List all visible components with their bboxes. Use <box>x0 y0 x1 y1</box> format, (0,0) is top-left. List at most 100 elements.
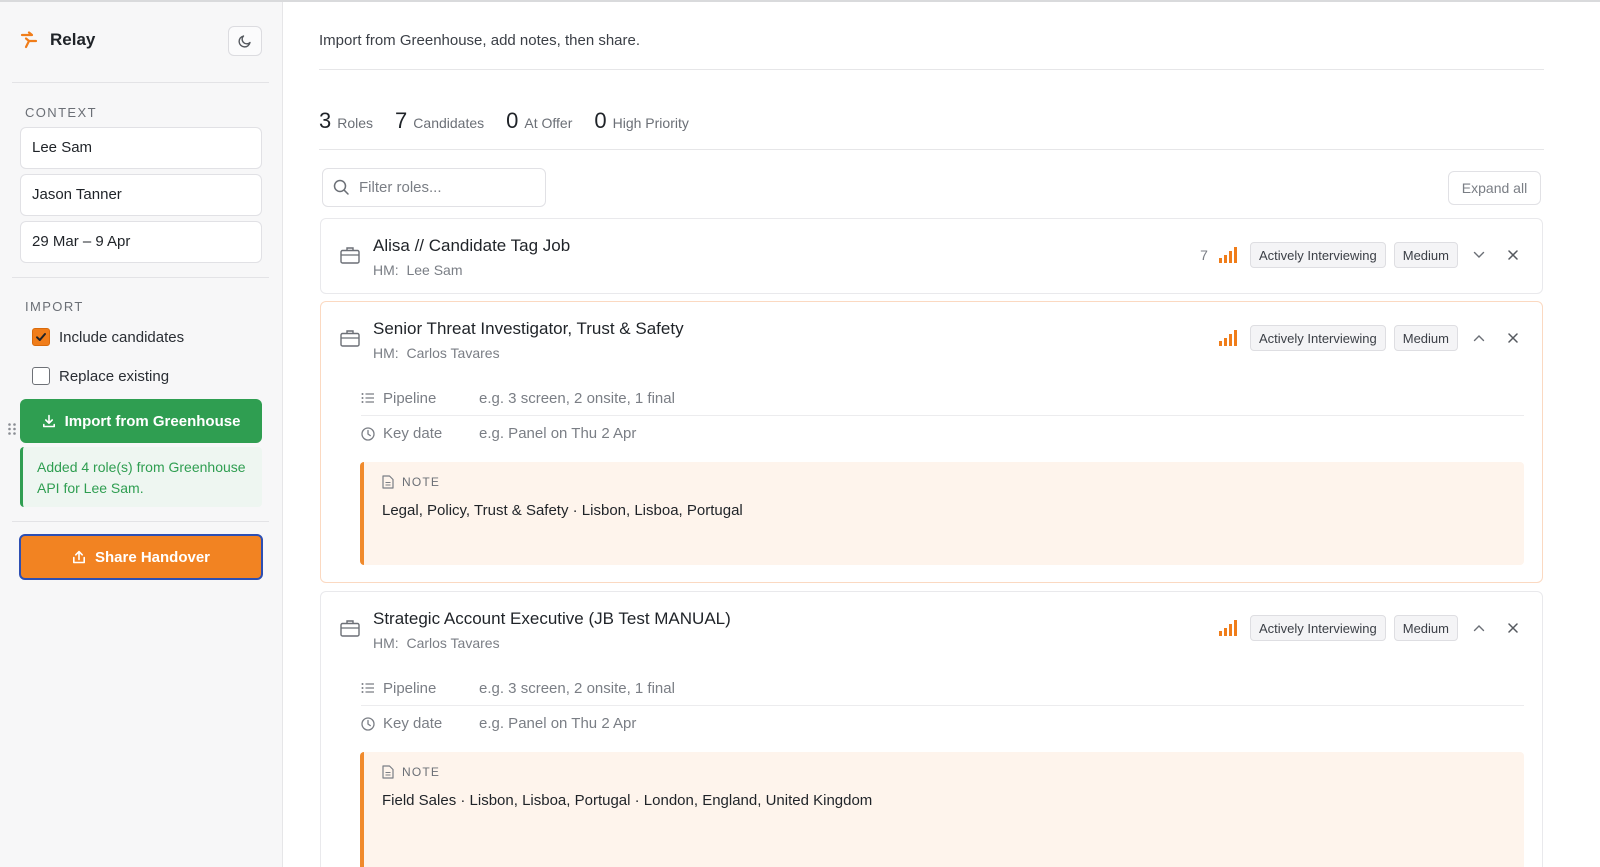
candidate-count: 7 <box>1200 247 1208 263</box>
clock-icon <box>361 426 375 441</box>
role-card[interactable]: Strategic Account Executive (JB Test MAN… <box>320 591 1543 867</box>
replace-existing-checkbox[interactable] <box>32 367 50 385</box>
key-date-label: Key date <box>383 425 443 442</box>
expand-role-button[interactable] <box>1466 242 1492 268</box>
note-label: NOTE <box>402 765 441 779</box>
role-actions: Actively Interviewing Medium <box>1218 615 1526 641</box>
list-icon <box>361 393 374 403</box>
include-candidates-option[interactable]: Include candidates <box>32 328 184 346</box>
remove-role-button[interactable] <box>1500 325 1526 351</box>
status-badge[interactable]: Actively Interviewing <box>1249 325 1386 351</box>
close-icon <box>1508 333 1518 343</box>
page-subtitle: Import from Greenhouse, add notes, then … <box>319 32 641 49</box>
import-from-greenhouse-button[interactable]: Import from Greenhouse <box>20 399 262 443</box>
import-section-label: IMPORT <box>25 299 84 314</box>
briefcase-icon <box>340 247 360 264</box>
relay-logo-icon <box>20 31 38 49</box>
stat-roles: 3 Roles <box>319 108 374 133</box>
role-title: Alisa // Candidate Tag Job <box>373 236 571 255</box>
clock-icon <box>361 716 375 731</box>
moon-icon <box>238 35 251 48</box>
pipeline-label: Pipeline <box>383 679 437 697</box>
role-hiring-manager: HM: Carlos Tavares <box>373 345 500 361</box>
key-date-label: Key date <box>383 715 443 732</box>
role-card[interactable]: Senior Threat Investigator, Trust & Safe… <box>320 301 1543 583</box>
signal-bars-icon <box>1218 620 1237 636</box>
note-label: NOTE <box>402 475 441 489</box>
list-icon <box>361 683 374 693</box>
pipeline-row: Pipeline e.g. 3 screen, 2 onsite, 1 fina… <box>361 671 1524 706</box>
date-range-field[interactable]: 29 Mar – 9 Apr <box>20 221 262 263</box>
replace-existing-option[interactable]: Replace existing <box>32 367 169 385</box>
sidebar-divider <box>12 82 269 83</box>
stat-candidates: 7 Candidates <box>395 108 485 133</box>
brand: Relay <box>20 30 95 50</box>
signal-bars-icon <box>1218 247 1237 263</box>
theme-toggle-button[interactable] <box>228 26 262 56</box>
priority-badge[interactable]: Medium <box>1393 615 1458 641</box>
role-title: Strategic Account Executive (JB Test MAN… <box>373 609 731 628</box>
remove-role-button[interactable] <box>1500 242 1526 268</box>
role-actions: 7 Actively Interviewing Medium <box>1200 242 1526 268</box>
search-icon <box>333 179 349 195</box>
drag-handle-icon[interactable] <box>7 422 17 436</box>
status-badge[interactable]: Actively Interviewing <box>1249 242 1386 268</box>
sidebar: Relay CONTEXT Lee Sam Jason Tanner 29 Ma… <box>0 2 283 867</box>
document-icon <box>382 475 394 489</box>
key-date-input[interactable]: e.g. Panel on Thu 2 Apr <box>479 715 636 732</box>
import-success-notice: Added 4 role(s) from Greenhouse API for … <box>20 447 262 507</box>
status-badge[interactable]: Actively Interviewing <box>1249 615 1386 641</box>
pipeline-label: Pipeline <box>383 389 437 407</box>
share-handover-button[interactable]: Share Handover <box>19 534 263 580</box>
header-divider <box>319 69 1544 70</box>
key-date-row: Key date e.g. Panel on Thu 2 Apr <box>361 416 1524 451</box>
role-hiring-manager: HM: Carlos Tavares <box>373 635 500 651</box>
app-name: Relay <box>50 30 96 49</box>
close-icon <box>1508 250 1518 260</box>
expand-all-button[interactable]: Expand all <box>1448 171 1541 205</box>
stat-high-priority: 0 High Priority <box>594 108 689 133</box>
close-icon <box>1508 623 1518 633</box>
key-date-input[interactable]: e.g. Panel on Thu 2 Apr <box>479 425 636 442</box>
share-button-label: Share Handover <box>94 548 211 566</box>
key-date-row: Key date e.g. Panel on Thu 2 Apr <box>361 706 1524 741</box>
checkmark-icon <box>36 333 46 341</box>
note-text: Field Sales · Lisbon, Lisboa, Portugal ·… <box>382 792 873 809</box>
priority-badge[interactable]: Medium <box>1393 325 1458 351</box>
collapse-role-button[interactable] <box>1466 325 1492 351</box>
briefcase-icon <box>340 330 360 347</box>
import-button-label: Import from Greenhouse <box>64 412 241 430</box>
role-actions: Actively Interviewing Medium <box>1218 325 1526 351</box>
recruiter-field[interactable]: Jason Tanner <box>20 174 262 216</box>
download-icon <box>42 414 55 428</box>
filter-roles-box[interactable] <box>322 168 546 207</box>
priority-badge[interactable]: Medium <box>1393 242 1458 268</box>
stat-at-offer: 0 At Offer <box>506 108 573 133</box>
sidebar-divider <box>12 277 269 278</box>
pipeline-input[interactable]: e.g. 3 screen, 2 onsite, 1 final <box>479 390 675 407</box>
role-hiring-manager: HM: Lee Sam <box>373 262 463 278</box>
context-section-label: CONTEXT <box>25 105 97 120</box>
collapse-role-button[interactable] <box>1466 615 1492 641</box>
filter-roles-input[interactable] <box>359 179 539 196</box>
chevron-up-icon <box>1473 625 1485 632</box>
pipeline-input[interactable]: e.g. 3 screen, 2 onsite, 1 final <box>479 680 675 697</box>
signal-bars-icon <box>1218 330 1237 346</box>
role-card[interactable]: Alisa // Candidate Tag Job HM: Lee Sam 7… <box>320 218 1543 294</box>
role-title: Senior Threat Investigator, Trust & Safe… <box>373 319 684 338</box>
role-note[interactable]: NOTE Field Sales · Lisbon, Lisboa, Portu… <box>360 752 1524 867</box>
include-candidates-label: Include candidates <box>59 328 185 346</box>
pipeline-row: Pipeline e.g. 3 screen, 2 onsite, 1 fina… <box>361 381 1524 416</box>
include-candidates-checkbox[interactable] <box>32 328 50 346</box>
document-icon <box>382 765 394 779</box>
share-icon <box>72 550 85 564</box>
briefcase-icon <box>340 620 360 637</box>
chevron-up-icon <box>1473 335 1485 342</box>
role-note[interactable]: NOTE Legal, Policy, Trust & Safety · Lis… <box>360 462 1524 565</box>
sidebar-divider <box>12 521 269 522</box>
replace-existing-label: Replace existing <box>59 367 170 385</box>
chevron-down-icon <box>1473 251 1485 258</box>
remove-role-button[interactable] <box>1500 615 1526 641</box>
stats-bar: 3 Roles 7 Candidates 0 At Offer 0 High P… <box>319 108 711 134</box>
hiring-manager-field[interactable]: Lee Sam <box>20 127 262 169</box>
